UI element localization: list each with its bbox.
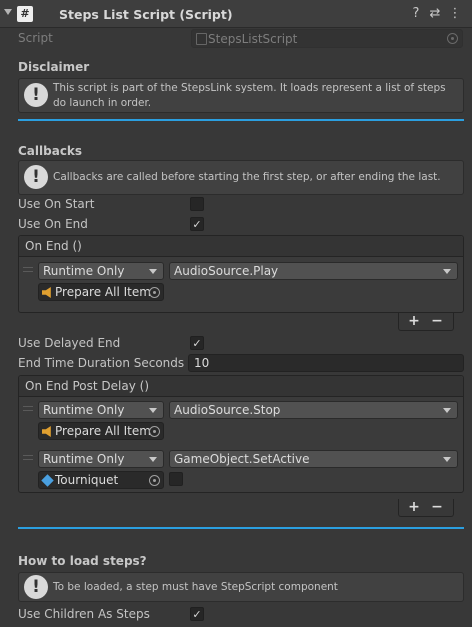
script-label: Script bbox=[18, 31, 53, 45]
on-end-post-delay-title: On End Post Delay () bbox=[25, 379, 149, 393]
object-picker-icon[interactable] bbox=[149, 475, 160, 486]
load-steps-title: How to load steps? bbox=[18, 554, 147, 568]
object-picker-icon[interactable] bbox=[149, 287, 160, 298]
script-field: StepsListScript bbox=[191, 29, 463, 48]
on-end-post-delay-list-buttons: + − bbox=[398, 499, 454, 517]
use-children-checkbox[interactable]: ✓ bbox=[190, 607, 204, 621]
function-value: AudioSource.Play bbox=[174, 264, 279, 278]
use-delayed-end-checkbox[interactable]: ✓ bbox=[190, 336, 204, 350]
use-on-end-checkbox[interactable]: ✓ bbox=[190, 217, 204, 231]
target-object-field[interactable]: Tourniquet bbox=[38, 471, 164, 489]
function-dropdown[interactable]: AudioSource.Play bbox=[169, 262, 458, 280]
chevron-down-icon bbox=[443, 408, 451, 413]
chevron-down-icon bbox=[443, 457, 451, 462]
runtime-mode-dropdown[interactable]: Runtime Only bbox=[38, 401, 164, 419]
section-separator bbox=[18, 527, 464, 529]
object-picker-icon bbox=[447, 33, 458, 44]
callbacks-title: Callbacks bbox=[18, 144, 83, 158]
function-dropdown[interactable]: GameObject.SetActive bbox=[169, 450, 458, 468]
disclaimer-helpbox: ! This script is part of the StepsLink s… bbox=[18, 78, 464, 113]
warning-icon: ! bbox=[24, 83, 48, 107]
remove-listener-button[interactable]: − bbox=[426, 313, 448, 329]
warning-icon: ! bbox=[24, 575, 48, 599]
on-end-list-buttons: + − bbox=[398, 313, 454, 331]
runtime-mode-dropdown[interactable]: Runtime Only bbox=[38, 450, 164, 468]
help-icon[interactable]: ? bbox=[408, 5, 424, 23]
component-title: Steps List Script (Script) bbox=[59, 7, 233, 22]
foldout-arrow-icon[interactable] bbox=[4, 9, 12, 15]
callbacks-helpbox: ! Callbacks are called before starting t… bbox=[18, 160, 464, 195]
object-picker-icon[interactable] bbox=[149, 426, 160, 437]
end-time-duration-value: 10 bbox=[194, 356, 210, 370]
target-object-value: Prepare All Item bbox=[55, 285, 151, 299]
section-separator bbox=[18, 119, 464, 121]
audio-source-icon bbox=[42, 287, 51, 298]
load-steps-text: To be loaded, a step must have StepScrip… bbox=[53, 581, 338, 593]
use-children-label: Use Children As Steps bbox=[18, 607, 150, 621]
target-object-value: Prepare All Item bbox=[55, 424, 151, 438]
drag-handle-icon[interactable] bbox=[23, 455, 33, 460]
target-object-value: Tourniquet bbox=[55, 473, 119, 487]
add-listener-button[interactable]: + bbox=[403, 313, 425, 329]
target-object-field[interactable]: Prepare All Item bbox=[38, 283, 164, 301]
chevron-down-icon bbox=[149, 269, 157, 274]
gameobject-cube-icon bbox=[41, 474, 54, 487]
function-value: GameObject.SetActive bbox=[174, 452, 310, 466]
function-value: AudioSource.Stop bbox=[174, 403, 281, 417]
end-time-duration-label: End Time Duration Seconds bbox=[18, 356, 185, 370]
context-menu-icon[interactable]: ⋮ bbox=[447, 5, 463, 23]
add-listener-button[interactable]: + bbox=[403, 499, 425, 515]
remove-listener-button[interactable]: − bbox=[426, 499, 448, 515]
runtime-mode-value: Runtime Only bbox=[43, 264, 125, 278]
script-field-value: StepsListScript bbox=[208, 32, 298, 46]
script-icon: # bbox=[17, 6, 33, 22]
runtime-mode-dropdown[interactable]: Runtime Only bbox=[38, 262, 164, 280]
end-time-duration-field[interactable]: 10 bbox=[188, 354, 464, 372]
on-end-event-header: On End () bbox=[19, 236, 463, 257]
drag-handle-icon[interactable] bbox=[23, 267, 33, 272]
chevron-down-icon bbox=[443, 269, 451, 274]
chevron-down-icon bbox=[149, 408, 157, 413]
target-object-field[interactable]: Prepare All Item bbox=[38, 422, 164, 440]
use-on-end-label: Use On End bbox=[18, 217, 88, 231]
use-on-start-checkbox[interactable] bbox=[190, 197, 204, 211]
on-end-event-title: On End () bbox=[25, 239, 82, 253]
use-delayed-end-label: Use Delayed End bbox=[18, 336, 121, 350]
use-on-start-label: Use On Start bbox=[18, 197, 95, 211]
audio-source-icon bbox=[42, 426, 51, 437]
warning-icon: ! bbox=[24, 165, 48, 189]
runtime-mode-value: Runtime Only bbox=[43, 452, 125, 466]
function-dropdown[interactable]: AudioSource.Stop bbox=[169, 401, 458, 419]
runtime-mode-value: Runtime Only bbox=[43, 403, 125, 417]
preset-settings-icon[interactable]: ⇄ bbox=[427, 5, 443, 23]
set-active-bool-checkbox[interactable] bbox=[169, 472, 183, 486]
disclaimer-title: Disclaimer bbox=[18, 60, 90, 74]
disclaimer-text: This script is part of the StepsLink sys… bbox=[53, 82, 446, 109]
load-steps-helpbox: ! To be loaded, a step must have StepScr… bbox=[18, 572, 464, 602]
chevron-down-icon bbox=[149, 457, 157, 462]
on-end-post-delay-header: On End Post Delay () bbox=[19, 376, 463, 397]
callbacks-text: Callbacks are called before starting the… bbox=[53, 171, 441, 183]
drag-handle-icon[interactable] bbox=[23, 406, 33, 411]
script-file-icon bbox=[196, 33, 207, 45]
